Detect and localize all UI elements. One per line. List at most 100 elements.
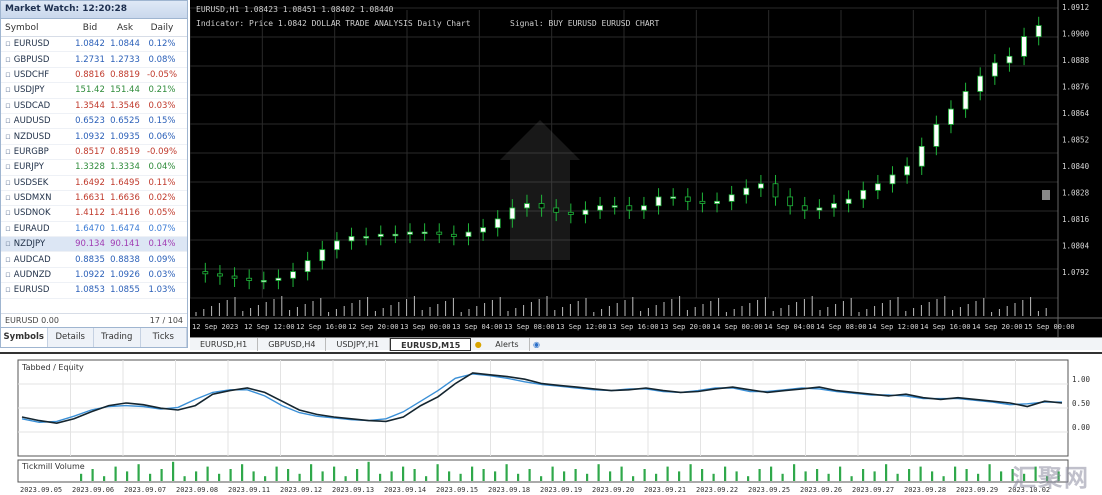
market-watch-row[interactable]: GBPUSD1.2731 1.2733 0.08% [1, 52, 187, 68]
market-watch-row[interactable]: EURGBP0.8517 0.8519 -0.09% [1, 145, 187, 161]
price-chart-svg[interactable]: 1.0912 1.0900 1.0888 1.0876 1.0864 1.0852 1.08… [190, 0, 1102, 337]
tab-details[interactable]: Details [48, 328, 94, 347]
equity-time-label: 2023.09.14 [384, 486, 426, 494]
market-watch-title: Market Watch: 12:20:28 [1, 1, 187, 19]
daily-cell: 0.02% [148, 193, 176, 204]
terminal-window: Market Watch: 12:20:28 Symbol Bid Ask Da… [0, 0, 1102, 495]
equity-time-label: 2023.09.07 [124, 486, 166, 494]
column-symbol[interactable]: Symbol [1, 23, 73, 33]
candle-body [377, 233, 384, 237]
bid-cell: 1.3544 [75, 100, 105, 111]
candle-body [991, 62, 998, 77]
equity-time-label: 2023.09.28 [904, 486, 946, 494]
symbol-cell: USDCHF [1, 70, 73, 80]
chart-tab-extra[interactable]: Alerts [485, 337, 530, 351]
equity-time-label: 2023.09.05 [20, 486, 62, 494]
daily-cell: 0.06% [148, 131, 176, 142]
lock-icon[interactable] [1042, 190, 1050, 200]
equity-volume-bar [747, 476, 750, 481]
equity-volume-bar [655, 473, 658, 481]
equity-volume-bar [678, 471, 681, 481]
candle-body [684, 196, 691, 202]
equity-volume-bar [643, 469, 646, 481]
tab-trading[interactable]: Trading [94, 328, 141, 347]
market-watch-row[interactable]: USDSEK1.6492 1.6495 0.11% [1, 176, 187, 191]
column-bid[interactable]: Bid [73, 23, 107, 33]
candle-body [699, 200, 706, 204]
market-watch-row[interactable]: AUDCAD0.8835 0.8838 0.09% [1, 252, 187, 268]
chart-tab-3[interactable]: EURUSD,M15 [390, 337, 472, 351]
equity-time-label: 2023.09.25 [748, 486, 790, 494]
equity-volume-bar [540, 476, 543, 481]
symbol-cell: EURAUD [1, 224, 73, 234]
daily-cell: 0.21% [148, 85, 176, 96]
candle-body [407, 231, 413, 235]
equity-title: Tabbed / Equity [21, 363, 84, 372]
equity-volume-bar [160, 469, 163, 481]
equity-volume-bar [931, 471, 934, 481]
market-watch-row[interactable]: EURAUD1.6470 1.6474 0.07% [1, 222, 187, 238]
candle-body [728, 194, 735, 202]
market-watch-row[interactable]: EURJPY1.3328 1.3334 0.04% [1, 160, 187, 176]
candle-body [670, 196, 677, 199]
candle-body [567, 211, 574, 215]
equity-panel[interactable]: Tabbed / Equity 1.00 0.50 0.00 Tickmill Vo… [0, 352, 1102, 495]
market-watch-row[interactable]: USDNOK1.4112 1.4116 0.05% [1, 206, 187, 222]
chart-tab-0[interactable]: EURUSD,H1 [190, 337, 259, 351]
watermark-logo: 汇聚网 [1012, 464, 1090, 492]
equity-time-label: 2023.09.13 [332, 486, 374, 494]
signal-icon[interactable]: ◉ [530, 340, 544, 349]
price-label: 1.0852 [1062, 136, 1089, 145]
candle-body [743, 187, 750, 196]
tab-ticks[interactable]: Ticks [141, 328, 187, 347]
equity-axis-label: 0.50 [1072, 399, 1091, 408]
equity-volume-bar [839, 466, 842, 481]
time-label: 14 Sep 20:00 [972, 323, 1023, 331]
symbol-cell: EURJPY [1, 162, 73, 172]
equity-volume-bar [218, 473, 221, 481]
market-watch-row[interactable]: AUDNZD1.0922 1.0926 0.03% [1, 268, 187, 284]
market-watch-row[interactable]: USDJPY151.42 151.44 0.21% [1, 83, 187, 99]
market-watch-row[interactable]: USDCHF0.8816 0.8819 -0.05% [1, 68, 187, 84]
ask-cell: 1.6495 [110, 177, 140, 188]
time-label: 14 Sep 08:00 [816, 323, 867, 331]
market-watch-row[interactable]: EURUSD1.0853 1.0855 1.03% [1, 283, 187, 299]
equity-volume-bar [321, 471, 324, 481]
daily-cell: 0.12% [148, 39, 176, 50]
column-ask[interactable]: Ask [107, 23, 143, 33]
symbol-cell: USDMXN [1, 193, 73, 203]
column-daily[interactable]: Daily [143, 23, 181, 33]
time-label: 12 Sep 2023 [192, 323, 238, 331]
daily-cell: 0.07% [148, 223, 176, 234]
candle-body [874, 183, 881, 191]
candle-body [582, 209, 589, 215]
candle-body [860, 189, 867, 200]
equity-time-label: 2023.09.21 [644, 486, 686, 494]
market-watch-row[interactable]: NZDUSD1.0932 1.0935 0.06% [1, 129, 187, 145]
equity-time-label: 2023.09.12 [280, 486, 322, 494]
symbol-cell: EURUSD [1, 39, 73, 49]
market-watch-row[interactable]: EURUSD1.0842 1.0844 0.12% [1, 37, 187, 53]
tab-symbols[interactable]: Symbols [1, 328, 48, 347]
equity-volume-bar [1000, 471, 1003, 481]
candle-body [202, 271, 209, 275]
market-watch-row[interactable]: USDCAD1.3544 1.3546 0.03% [1, 99, 187, 114]
chart-tab-2[interactable]: USDJPY,H1 [326, 337, 391, 351]
market-watch-row[interactable]: USDMXN1.6631 1.6636 0.02% [1, 191, 187, 207]
candle-body [553, 207, 560, 213]
time-label: 14 Sep 00:00 [712, 323, 763, 331]
market-watch-row[interactable]: NZDJPY90.134 90.141 0.14% [1, 237, 187, 253]
bid-cell: 0.8835 [75, 254, 105, 265]
equity-axis-label: 1.00 [1072, 375, 1091, 384]
symbol-cell: USDSEK [1, 178, 73, 188]
chart-tab-1[interactable]: GBPUSD,H4 [258, 337, 327, 351]
market-watch-rows: EURUSD1.08421.08440.12%GBPUSD1.27311.273… [1, 37, 187, 299]
bell-icon[interactable]: ● [471, 340, 485, 349]
candle-body [641, 205, 647, 211]
candle-body [480, 227, 487, 233]
price-label: 1.0876 [1062, 83, 1090, 92]
price-chart[interactable]: 1.0912 1.0900 1.0888 1.0876 1.0864 1.0852 1.08… [190, 0, 1102, 337]
equity-chart-svg[interactable]: Tabbed / Equity 1.00 0.50 0.00 Tickmill Vo… [0, 354, 1102, 495]
equity-volume-bar [471, 466, 474, 481]
market-watch-row[interactable]: AUDUSD0.6523 0.6525 0.15% [1, 114, 187, 130]
